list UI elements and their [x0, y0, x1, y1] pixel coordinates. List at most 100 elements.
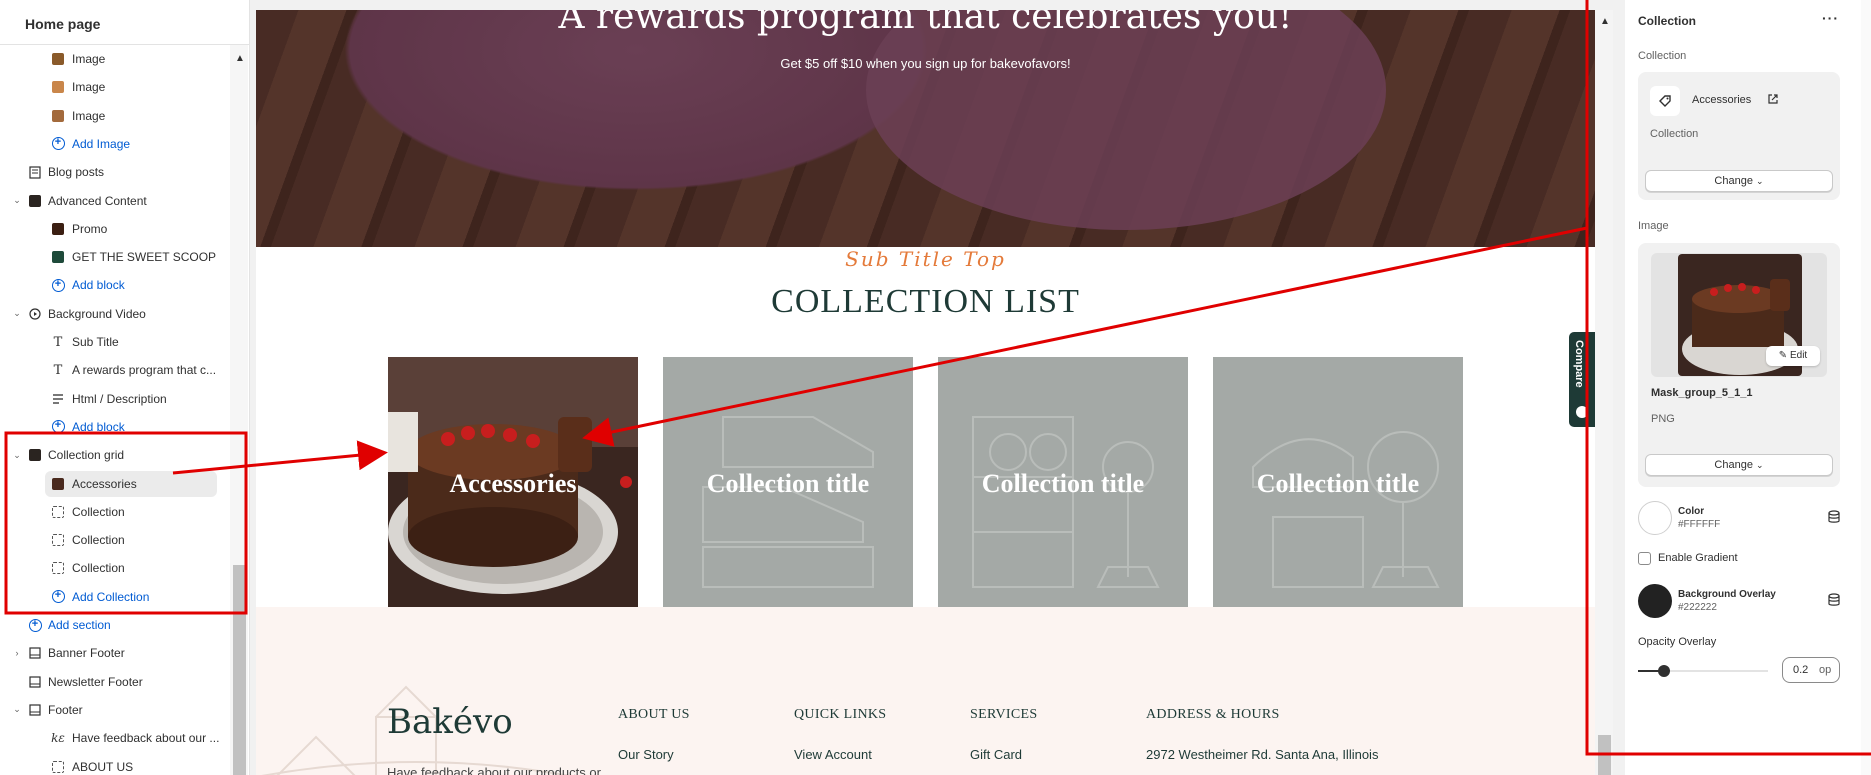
footer-feedback-text: Have feedback about our products or	[387, 765, 601, 775]
sidebar-item-label: Html / Description	[72, 391, 167, 406]
sidebar-item[interactable]: ⌄ Advanced Content	[0, 188, 228, 214]
sidebar-scroll-thumb[interactable]	[233, 565, 246, 775]
hero-banner: A rewards program that celebrates you! G…	[256, 10, 1595, 247]
panel-scrollbar[interactable]	[1861, 0, 1871, 775]
sidebar-item[interactable]: Accessories	[45, 470, 217, 497]
add-circle-icon: +	[28, 618, 42, 632]
image-thumbnail-icon	[51, 52, 65, 66]
edit-image-label: Edit	[1789, 350, 1808, 361]
sidebar-item[interactable]: + Add section	[0, 612, 228, 638]
change-collection-button[interactable]: Change ⌄	[1645, 170, 1833, 192]
sidebar-item[interactable]: kɛ Have feedback about our ...	[0, 725, 228, 751]
sidebar-item-label: A rewards program that c...	[72, 363, 217, 378]
sidebar-item-label: Banner Footer	[48, 646, 125, 661]
sidebar-item[interactable]: ⌄ Footer	[0, 697, 228, 723]
footer-link-view-account[interactable]: View Account	[794, 747, 872, 762]
enable-gradient-checkbox[interactable]	[1638, 552, 1651, 565]
more-actions-icon[interactable]: ···	[1822, 10, 1839, 26]
dynamic-source-icon[interactable]	[1827, 510, 1841, 524]
chevron-down-icon[interactable]: ⌄	[12, 195, 22, 206]
scroll-up-icon[interactable]: ▲	[235, 53, 245, 64]
chevron-right-icon[interactable]: ›	[12, 648, 22, 658]
footer-heading-address: ADDRESS & HOURS	[1146, 707, 1280, 722]
overlay-setting-name: Background Overlay	[1678, 589, 1776, 600]
sidebar-item[interactable]: ⌄ Collection grid	[0, 442, 228, 468]
preview-scrollbar[interactable]: ▲	[1595, 10, 1613, 775]
preview-scroll-thumb[interactable]	[1598, 735, 1611, 775]
sidebar-item[interactable]: Image	[0, 46, 228, 72]
sidebar-item[interactable]: Blog posts	[0, 159, 228, 185]
block-settings-panel: Collection ··· Collection Accessories Co…	[1625, 0, 1871, 775]
footer-section-icon	[28, 646, 42, 660]
sidebar-item[interactable]: ABOUT US	[0, 754, 228, 775]
chevron-down-icon: ⌄	[1756, 176, 1764, 186]
external-link-icon[interactable]	[1768, 94, 1778, 107]
blog-posts-icon	[28, 165, 42, 179]
sidebar-item[interactable]: T A rewards program that c...	[0, 357, 228, 383]
sidebar-item[interactable]: Image	[0, 74, 228, 100]
hero-title: A rewards program that celebrates you!	[558, 10, 1293, 37]
sidebar-item-label: Footer	[48, 702, 83, 717]
overlay-hex-value[interactable]: #222222	[1678, 602, 1717, 613]
opacity-slider-handle[interactable]	[1658, 665, 1670, 677]
change-collection-label: Change	[1714, 175, 1753, 187]
sidebar-item-label: Add block	[72, 419, 125, 434]
opacity-input[interactable]: 0.2 op	[1782, 657, 1840, 683]
sidebar-item[interactable]: + Add Collection	[0, 584, 228, 610]
image-thumbnail-icon	[51, 109, 65, 123]
enable-gradient-label[interactable]: Enable Gradient	[1658, 552, 1738, 564]
collection-name[interactable]: Accessories	[1692, 94, 1751, 106]
overlay-color-swatch[interactable]	[1638, 584, 1672, 618]
collection-card-placeholder[interactable]: Collection title	[1213, 357, 1463, 607]
footer-section-icon	[28, 703, 42, 717]
sidebar-item-label: Sub Title	[72, 335, 119, 349]
change-image-button[interactable]: Change ⌄	[1645, 454, 1833, 476]
sidebar-item[interactable]: Collection	[0, 527, 228, 553]
chevron-down-icon[interactable]: ⌄	[12, 450, 22, 461]
sidebar-item[interactable]: T Sub Title	[0, 329, 228, 355]
sidebar-item[interactable]: Collection	[0, 555, 228, 581]
opacity-slider[interactable]	[1638, 665, 1768, 677]
sidebar-item-label: Accessories	[72, 476, 137, 491]
sidebar-item[interactable]: Image	[0, 103, 228, 129]
color-hex-value[interactable]: #FFFFFF	[1678, 519, 1720, 530]
collection-card-accessories[interactable]: Accessories	[388, 357, 638, 607]
sidebar-item-label: Add section	[48, 618, 111, 632]
placeholder-block-icon	[51, 760, 65, 774]
edit-image-button[interactable]: ✎ Edit	[1766, 346, 1820, 366]
footer-link-our-story[interactable]: Our Story	[618, 747, 674, 762]
collection-card-placeholder[interactable]: Collection title	[938, 357, 1188, 607]
sidebar-item[interactable]: GET THE SWEET SCOOP	[0, 244, 228, 270]
sidebar-item[interactable]: › Banner Footer	[0, 640, 228, 666]
image-thumbnail-icon	[51, 222, 65, 236]
sidebar-item[interactable]: Html / Description	[0, 386, 228, 412]
image-setting-label: Image	[1638, 220, 1669, 232]
collection-heading: COLLECTION LIST	[771, 283, 1080, 320]
footer-brand-logo[interactable]: Bakévo	[387, 702, 513, 742]
sidebar-item-label: Blog posts	[48, 165, 105, 180]
opacity-value: 0.2	[1793, 664, 1809, 676]
chevron-down-icon[interactable]: ⌄	[12, 308, 22, 319]
add-circle-icon: +	[51, 590, 65, 604]
collection-card-placeholder[interactable]: Collection title	[663, 357, 913, 607]
dynamic-source-icon[interactable]	[1827, 593, 1841, 607]
sidebar-item-label: Add Image	[72, 136, 131, 151]
footer-link-gift-card[interactable]: Gift Card	[970, 747, 1022, 762]
sidebar-item[interactable]: Collection	[0, 499, 228, 525]
tag-icon	[1650, 86, 1680, 116]
collection-subtitle: Sub Title Top	[845, 247, 1006, 271]
footer-heading-about: ABOUT US	[618, 707, 690, 722]
compare-tab[interactable]: Compare	[1569, 332, 1595, 427]
sidebar-item[interactable]: + Add Image	[0, 131, 228, 157]
sidebar-item[interactable]: + Add block	[0, 272, 228, 298]
scroll-up-icon[interactable]: ▲	[1600, 16, 1610, 27]
sidebar-item[interactable]: + Add block	[0, 414, 228, 440]
sidebar-item[interactable]: Promo	[0, 216, 228, 242]
sidebar-item[interactable]: ⌄ Background Video	[0, 301, 228, 327]
chevron-down-icon[interactable]: ⌄	[12, 704, 22, 715]
text-icon: T	[53, 362, 63, 378]
sidebar-scrollbar[interactable]: ▲	[230, 45, 248, 775]
section-icon	[28, 448, 42, 462]
color-swatch[interactable]	[1638, 501, 1672, 535]
sidebar-item[interactable]: Newsletter Footer	[0, 669, 228, 695]
